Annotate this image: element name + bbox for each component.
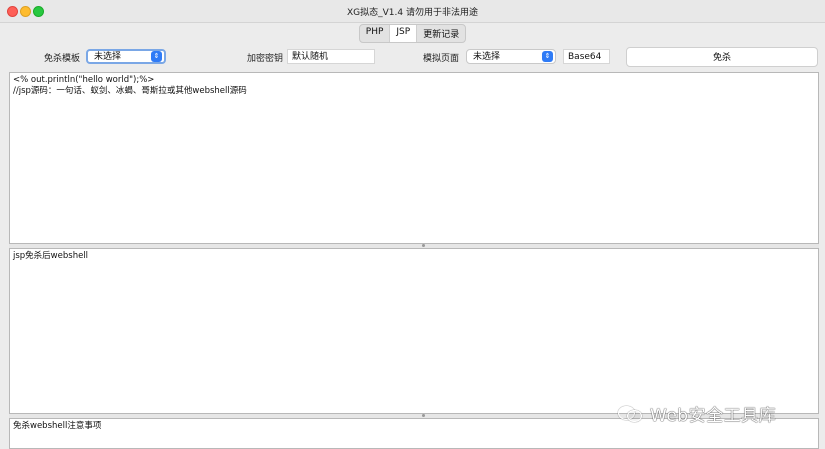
- watermark-text: Web安全工具库: [650, 405, 777, 426]
- key-input[interactable]: 默认随机: [287, 49, 375, 64]
- window-title: XG拟态_V1.4 请勿用于非法用途: [347, 8, 478, 18]
- page-select-value: 未选择: [473, 52, 501, 62]
- tab-php[interactable]: PHP: [360, 25, 391, 42]
- watermark: Web安全工具库: [618, 401, 777, 426]
- tab-bar: PHP JSP 更新记录: [0, 24, 825, 43]
- template-select[interactable]: 未选择 ⇕: [86, 49, 166, 64]
- key-label: 加密密钥: [247, 54, 284, 64]
- source-editor[interactable]: <% out.println("hello world");%> //jsp源码…: [9, 72, 819, 244]
- tab-changelog[interactable]: 更新记录: [417, 25, 465, 42]
- grip-handle: [422, 414, 425, 417]
- wechat-icon: [618, 404, 644, 422]
- window-titlebar: XG拟态_V1.4 请勿用于非法用途: [0, 0, 825, 23]
- toolbar: 免杀模板 未选择 ⇕ 加密密钥 默认随机 模拟页面 未选择 ⇕ Base64 免…: [0, 44, 825, 70]
- tab-jsp[interactable]: JSP: [390, 25, 418, 42]
- template-label: 免杀模板: [44, 54, 81, 64]
- page-select[interactable]: 未选择 ⇕: [466, 49, 556, 64]
- output-editor[interactable]: jsp免杀后webshell: [9, 248, 819, 414]
- encoding-field[interactable]: Base64: [563, 49, 610, 64]
- grip-handle: [422, 244, 425, 247]
- chevron-updown-icon: ⇕: [151, 51, 162, 62]
- chevron-updown-icon: ⇕: [542, 51, 553, 62]
- template-select-value: 未选择: [94, 52, 122, 62]
- obfuscate-button[interactable]: 免杀: [626, 47, 818, 67]
- page-label: 模拟页面: [423, 54, 460, 64]
